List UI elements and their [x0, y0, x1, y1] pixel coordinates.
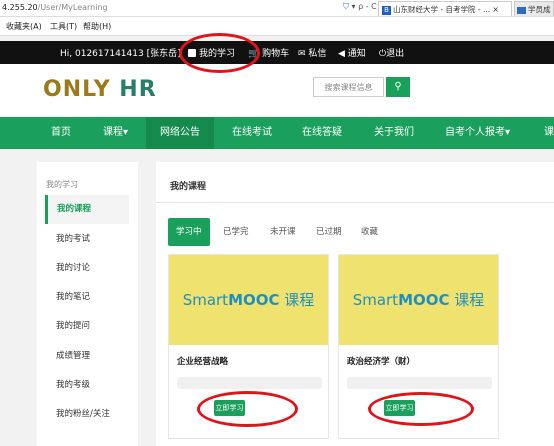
url-host: 4.255.20	[2, 3, 38, 12]
menu-favorites[interactable]: 收藏夹(A)	[6, 21, 42, 32]
tab-title-inactive: 学员成	[528, 5, 551, 14]
nav-courses[interactable]: 课程▾	[103, 117, 128, 149]
tab-in-progress[interactable]: 学习中	[168, 218, 210, 246]
browser-address-bar: 4.255.20/User/MyLearning ⛉ ▾ ρ - C B 山东财经…	[0, 0, 554, 17]
logout-label: 退出	[386, 49, 405, 59]
banner-bold: MOOC	[228, 291, 280, 309]
course-progress-bar	[177, 377, 322, 389]
url-path: /User/MyLearning	[37, 3, 108, 12]
course-name[interactable]: 企业经营战略	[177, 355, 228, 367]
sidebar-item-my-courses[interactable]: 我的课程	[45, 195, 129, 224]
page-title: 我的课程	[170, 182, 207, 192]
banner-suffix: 课程	[449, 291, 485, 309]
annotation-oval-button-1	[197, 391, 298, 427]
browser-tab-active[interactable]: B 山东财经大学 - 自考学院 - ... ×	[378, 1, 512, 16]
sidebar-item-my-exams[interactable]: 我的考试	[45, 225, 129, 254]
tab-expired[interactable]: 已过期	[316, 218, 342, 246]
nav-self-registration[interactable]: 自考个人报考▾	[445, 117, 510, 149]
close-tab-icon[interactable]: ×	[493, 5, 499, 14]
sidebar-item-my-notes[interactable]: 我的笔记	[45, 283, 129, 312]
heading-divider	[156, 202, 554, 203]
menu-help[interactable]: 帮助(H)	[83, 21, 111, 32]
tab-not-started[interactable]: 未开课	[270, 218, 296, 246]
notice-label: 通知	[347, 49, 366, 59]
site-logo[interactable]: ONLY HR	[43, 77, 157, 102]
messages-link[interactable]: ✉ 私信	[298, 46, 326, 59]
annotation-oval-button-2	[368, 392, 474, 426]
course-banner[interactable]: SmartMOOC 课程	[339, 255, 498, 345]
sidebar-item-my-questions[interactable]: 我的提问	[45, 312, 129, 341]
nav-online-exam[interactable]: 在线考试	[232, 117, 272, 149]
url-field[interactable]: 4.255.20/User/MyLearning	[2, 3, 108, 12]
sidebar-item-my-discussions[interactable]: 我的讨论	[45, 254, 129, 283]
mail-icon: ✉	[298, 49, 306, 59]
banner-prefix: Smart	[352, 291, 399, 309]
sidebar-item-fans-follow[interactable]: 我的粉丝/关注	[45, 400, 129, 429]
tab-favorites[interactable]: 收藏	[361, 218, 378, 246]
course-banner[interactable]: SmartMOOC 课程	[169, 255, 328, 345]
cart-label: 购物车	[262, 49, 290, 59]
logo-only-text: ONLY	[43, 77, 111, 102]
user-greeting: Hi, 012617141413 [张东岳]	[60, 49, 181, 59]
browser-menu-bar: 收藏夹(A) 工具(T) 帮助(H)	[0, 17, 554, 36]
messages-label: 私信	[308, 49, 327, 59]
site-header: ONLY HR 搜索课程信息 ⚲	[0, 64, 554, 116]
menu-tools[interactable]: 工具(T)	[50, 21, 77, 32]
search-input[interactable]: 搜索课程信息	[313, 77, 384, 97]
logout-link[interactable]: ⏻退出	[379, 46, 404, 59]
tab-title: 山东财经大学 - 自考学院 - ...	[393, 5, 491, 14]
baidu-favicon-icon: B	[382, 5, 391, 15]
course-name[interactable]: 政治经济学（财）	[347, 355, 415, 367]
search-button[interactable]: ⚲	[386, 77, 410, 97]
user-top-bar: Hi, 012617141413 [张东岳] 我的学习 🛒 购物车 ✉ 私信 ◀…	[0, 41, 554, 64]
logo-hr-text: HR	[110, 77, 157, 102]
nav-home[interactable]: 首页	[51, 117, 71, 149]
address-controls-text: ▾ ρ - C	[351, 2, 377, 11]
learning-sidebar: 我的学习 我的课程 我的考试 我的讨论 我的笔记 我的提问 成绩管理 我的考级 …	[37, 162, 138, 446]
nav-announcements[interactable]: 网络公告	[146, 117, 214, 149]
speaker-icon: ◀	[338, 49, 345, 59]
tab-completed[interactable]: 已学完	[223, 218, 249, 246]
notice-link[interactable]: ◀ 通知	[338, 46, 366, 59]
address-controls[interactable]: ⛉ ▾ ρ - C	[343, 2, 377, 12]
banner-bold: MOOC	[398, 291, 450, 309]
sidebar-item-my-levels[interactable]: 我的考级	[45, 371, 129, 400]
browser-tab-inactive[interactable]: 学员成	[514, 1, 554, 16]
sidebar-title: 我的学习	[46, 180, 78, 189]
sidebar-item-grades[interactable]: 成绩管理	[45, 342, 129, 371]
nav-more[interactable]: 课	[544, 117, 554, 149]
banner-suffix: 课程	[279, 291, 315, 309]
nav-online-qa[interactable]: 在线答疑	[302, 117, 342, 149]
course-progress-bar	[347, 377, 492, 389]
banner-prefix: Smart	[182, 291, 229, 309]
annotation-oval-my-learning	[179, 33, 260, 73]
search-icon: ⚲	[394, 81, 402, 92]
site-favicon-icon	[517, 6, 526, 14]
main-nav: 首页 课程▾ 网络公告 在线考试 在线答疑 关于我们 自考个人报考▾ 课	[0, 117, 554, 149]
shield-icon: ⛉	[343, 2, 349, 11]
nav-about-us[interactable]: 关于我们	[374, 117, 414, 149]
